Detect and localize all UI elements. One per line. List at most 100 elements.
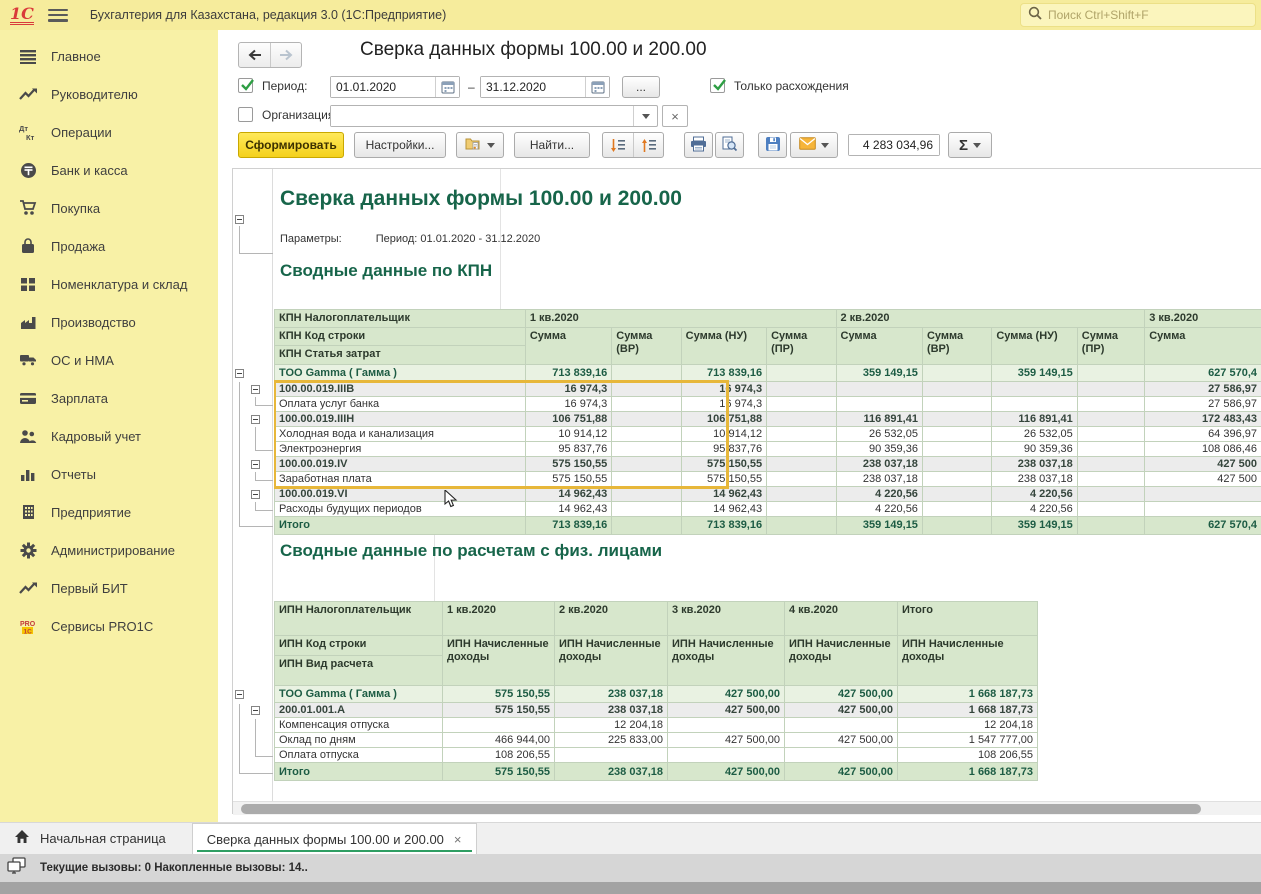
sidebar-item-6[interactable]: Продажа bbox=[0, 227, 218, 265]
sidebar-item-1[interactable]: Главное bbox=[0, 37, 218, 75]
value-cell[interactable]: 427 500,00 bbox=[668, 763, 785, 781]
performance-indicator-icon[interactable] bbox=[6, 856, 30, 881]
value-cell[interactable]: 64 396,97 bbox=[1145, 426, 1261, 441]
value-cell[interactable] bbox=[767, 396, 836, 411]
generate-button[interactable]: Сформировать bbox=[238, 132, 344, 158]
sidebar-item-8[interactable]: Производство bbox=[0, 303, 218, 341]
table-row[interactable]: Итого575 150,55238 037,18427 500,00427 5… bbox=[275, 763, 1038, 781]
organization-clear-button[interactable]: × bbox=[662, 105, 688, 127]
tab-home[interactable]: Начальная страница bbox=[0, 823, 192, 854]
value-cell[interactable]: 10 914,12 bbox=[681, 426, 766, 441]
value-cell[interactable]: 12 204,18 bbox=[555, 718, 668, 733]
header-cell[interactable]: ИПН Начисленные доходы bbox=[785, 636, 898, 686]
value-cell[interactable] bbox=[1077, 396, 1144, 411]
table-row[interactable]: 200.01.001.А575 150,55238 037,18427 500,… bbox=[275, 703, 1038, 718]
collapse-group-button[interactable] bbox=[251, 706, 260, 715]
value-cell[interactable]: 575 150,55 bbox=[443, 703, 555, 718]
table-row[interactable]: Оплата отпуска108 206,55108 206,55 bbox=[275, 748, 1038, 763]
sidebar-item-3[interactable]: ДтКтОперации bbox=[0, 113, 218, 151]
table-row[interactable]: Итого713 839,16713 839,16359 149,15359 1… bbox=[275, 516, 1261, 534]
value-cell[interactable] bbox=[443, 718, 555, 733]
header-cell[interactable]: ИПН Начисленные доходы bbox=[898, 636, 1038, 686]
header-cell[interactable]: 1 кв.2020 bbox=[525, 310, 836, 328]
collapse-groups-icon[interactable] bbox=[633, 133, 663, 157]
value-cell[interactable] bbox=[668, 718, 785, 733]
table-row[interactable]: 100.00.019.IV575 150,55575 150,55238 037… bbox=[275, 456, 1261, 471]
value-cell[interactable] bbox=[922, 501, 991, 516]
collapse-group-button[interactable] bbox=[235, 690, 244, 699]
value-cell[interactable] bbox=[1145, 501, 1261, 516]
value-cell[interactable] bbox=[922, 441, 991, 456]
sidebar-item-12[interactable]: Отчеты bbox=[0, 455, 218, 493]
value-cell[interactable]: 238 037,18 bbox=[992, 456, 1077, 471]
value-cell[interactable]: 575 150,55 bbox=[525, 471, 611, 486]
forward-button[interactable] bbox=[270, 43, 301, 67]
value-cell[interactable]: 713 839,16 bbox=[681, 516, 766, 534]
value-cell[interactable]: 575 150,55 bbox=[681, 471, 766, 486]
value-cell[interactable]: 427 500 bbox=[1145, 471, 1261, 486]
header-cell[interactable]: Сумма (ПР) bbox=[1077, 328, 1144, 364]
table-row[interactable]: Расходы будущих периодов14 962,4314 962,… bbox=[275, 501, 1261, 516]
header-cell[interactable]: Сумма (ВР) bbox=[922, 328, 991, 364]
main-menu-icon[interactable] bbox=[48, 9, 68, 22]
header-cell[interactable]: 2 кв.2020 bbox=[836, 310, 1145, 328]
period-from-input[interactable] bbox=[331, 77, 435, 97]
value-cell[interactable] bbox=[1077, 471, 1144, 486]
tab-report[interactable]: Сверка данных формы 100.00 и 200.00 × bbox=[192, 823, 477, 854]
value-cell[interactable] bbox=[767, 471, 836, 486]
row-label[interactable]: 100.00.019.IV bbox=[275, 456, 526, 471]
organization-input[interactable] bbox=[331, 106, 633, 126]
horizontal-scrollbar[interactable] bbox=[233, 801, 1261, 815]
sidebar-item-9[interactable]: ОС и НМА bbox=[0, 341, 218, 379]
value-cell[interactable] bbox=[1077, 441, 1144, 456]
value-cell[interactable]: 90 359,36 bbox=[992, 441, 1077, 456]
table-row[interactable]: ТОО Gamma ( Гамма )575 150,55238 037,184… bbox=[275, 686, 1038, 703]
value-cell[interactable]: 359 149,15 bbox=[836, 516, 922, 534]
value-cell[interactable]: 116 891,41 bbox=[836, 411, 922, 426]
value-cell[interactable]: 26 532,05 bbox=[992, 426, 1077, 441]
value-cell[interactable]: 27 586,97 bbox=[1145, 381, 1261, 396]
value-cell[interactable] bbox=[612, 396, 681, 411]
header-cell[interactable]: 3 кв.2020 bbox=[668, 602, 785, 636]
value-cell[interactable] bbox=[767, 411, 836, 426]
row-label[interactable]: 100.00.019.IIIН bbox=[275, 411, 526, 426]
sidebar-item-16[interactable]: PRO1CСервисы PRO1C bbox=[0, 607, 218, 645]
value-cell[interactable]: 14 962,43 bbox=[681, 501, 766, 516]
header-cell[interactable]: 1 кв.2020 bbox=[443, 602, 555, 636]
value-cell[interactable] bbox=[767, 516, 836, 534]
row-label[interactable]: 100.00.019.IIIВ bbox=[275, 381, 526, 396]
table-row[interactable]: Оклад по дням466 944,00225 833,00427 500… bbox=[275, 733, 1038, 748]
sidebar-item-14[interactable]: Администрирование bbox=[0, 531, 218, 569]
value-cell[interactable] bbox=[767, 441, 836, 456]
print-preview-button[interactable] bbox=[715, 132, 744, 158]
tab-close-icon[interactable]: × bbox=[454, 832, 462, 847]
value-cell[interactable] bbox=[1077, 381, 1144, 396]
value-cell[interactable]: 1 547 777,00 bbox=[898, 733, 1038, 748]
value-cell[interactable] bbox=[612, 411, 681, 426]
value-cell[interactable]: 238 037,18 bbox=[836, 471, 922, 486]
value-cell[interactable] bbox=[1077, 486, 1144, 501]
row-label[interactable]: 200.01.001.А bbox=[275, 703, 443, 718]
value-cell[interactable]: 14 962,43 bbox=[681, 486, 766, 501]
value-cell[interactable]: 10 914,12 bbox=[525, 426, 611, 441]
chevron-down-icon[interactable] bbox=[633, 106, 657, 126]
value-cell[interactable] bbox=[612, 486, 681, 501]
row-label[interactable]: Электроэнергия bbox=[275, 441, 526, 456]
value-cell[interactable] bbox=[1077, 426, 1144, 441]
table-row[interactable]: ТОО Gamma ( Гамма )713 839,16713 839,163… bbox=[275, 364, 1261, 381]
value-cell[interactable] bbox=[785, 748, 898, 763]
header-cell[interactable]: 2 кв.2020 bbox=[555, 602, 668, 636]
value-cell[interactable]: 95 837,76 bbox=[681, 441, 766, 456]
collapse-group-button[interactable] bbox=[251, 385, 260, 394]
collapse-group-button[interactable] bbox=[235, 369, 244, 378]
table-row[interactable]: Оплата услуг банка16 974,316 974,327 586… bbox=[275, 396, 1261, 411]
sidebar-item-15[interactable]: Первый БИТ bbox=[0, 569, 218, 607]
row-label[interactable]: Оплата услуг банка bbox=[275, 396, 526, 411]
print-button[interactable] bbox=[684, 132, 713, 158]
calendar-icon[interactable] bbox=[435, 77, 459, 97]
table-row[interactable]: 100.00.019.IIIН106 751,88106 751,88116 8… bbox=[275, 411, 1261, 426]
value-cell[interactable]: 575 150,55 bbox=[443, 686, 555, 703]
value-cell[interactable]: 238 037,18 bbox=[992, 471, 1077, 486]
only-differences-checkbox[interactable] bbox=[710, 78, 725, 93]
global-search[interactable] bbox=[1020, 3, 1256, 27]
